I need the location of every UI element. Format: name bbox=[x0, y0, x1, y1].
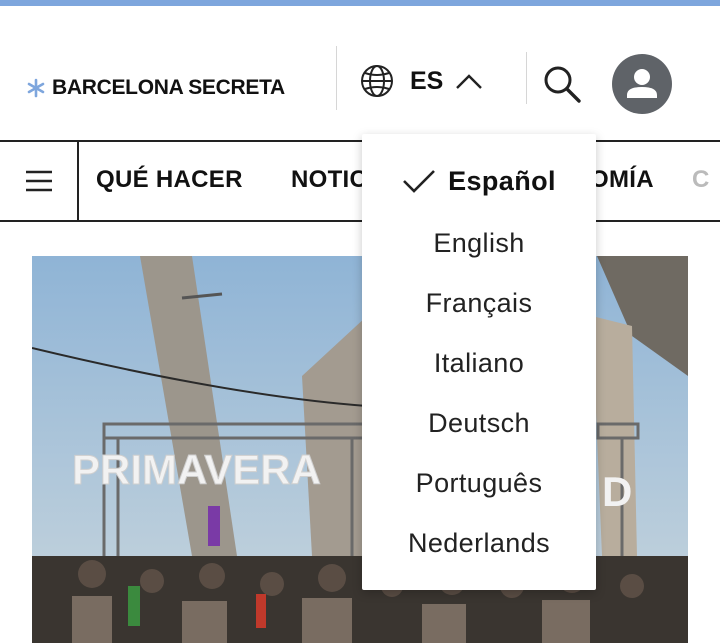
language-toggle[interactable]: ES bbox=[360, 61, 483, 101]
language-option-portugues[interactable]: Português bbox=[362, 458, 596, 508]
festival-sign-text: PRIMAVERA bbox=[72, 446, 321, 493]
main-nav: QUÉ HACER NOTIC OMÍA C bbox=[0, 140, 720, 222]
hamburger-menu-button[interactable] bbox=[0, 142, 79, 220]
nav-item-noticias[interactable]: NOTIC bbox=[291, 166, 367, 194]
nav-item-gastronomia[interactable]: OMÍA bbox=[590, 166, 654, 194]
chevron-up-icon bbox=[456, 74, 483, 89]
language-option-label: Español bbox=[448, 165, 556, 196]
language-option-francais[interactable]: Français bbox=[362, 278, 596, 328]
search-icon[interactable] bbox=[542, 64, 582, 104]
site-header: BARCELONA SECRETA ES bbox=[0, 6, 720, 140]
hamburger-menu-icon bbox=[25, 170, 52, 192]
language-option-italiano[interactable]: Italiano bbox=[362, 338, 596, 388]
current-language-code: ES bbox=[410, 66, 444, 95]
header-divider bbox=[526, 52, 527, 104]
user-silhouette-icon bbox=[627, 69, 657, 98]
nav-item-cultura[interactable]: C bbox=[692, 166, 710, 194]
language-option-nederlands[interactable]: Nederlands bbox=[362, 518, 596, 568]
brand-name: BARCELONA SECRETA bbox=[52, 76, 285, 99]
language-dropdown: Español English Français Italiano Deutsc… bbox=[362, 134, 596, 590]
language-option-deutsch[interactable]: Deutsch bbox=[362, 398, 596, 448]
asterisk-icon bbox=[27, 78, 45, 98]
language-option-english[interactable]: English bbox=[362, 218, 596, 268]
globe-icon bbox=[361, 65, 393, 97]
brand-logo[interactable]: BARCELONA SECRETA bbox=[26, 76, 285, 100]
nav-item-que-hacer[interactable]: QUÉ HACER bbox=[96, 166, 243, 194]
festival-sign-text-right: D bbox=[602, 468, 632, 515]
header-divider bbox=[336, 46, 337, 110]
check-icon bbox=[403, 170, 435, 193]
language-option-espanol[interactable]: Español bbox=[362, 156, 596, 206]
user-avatar-icon[interactable] bbox=[612, 54, 672, 114]
